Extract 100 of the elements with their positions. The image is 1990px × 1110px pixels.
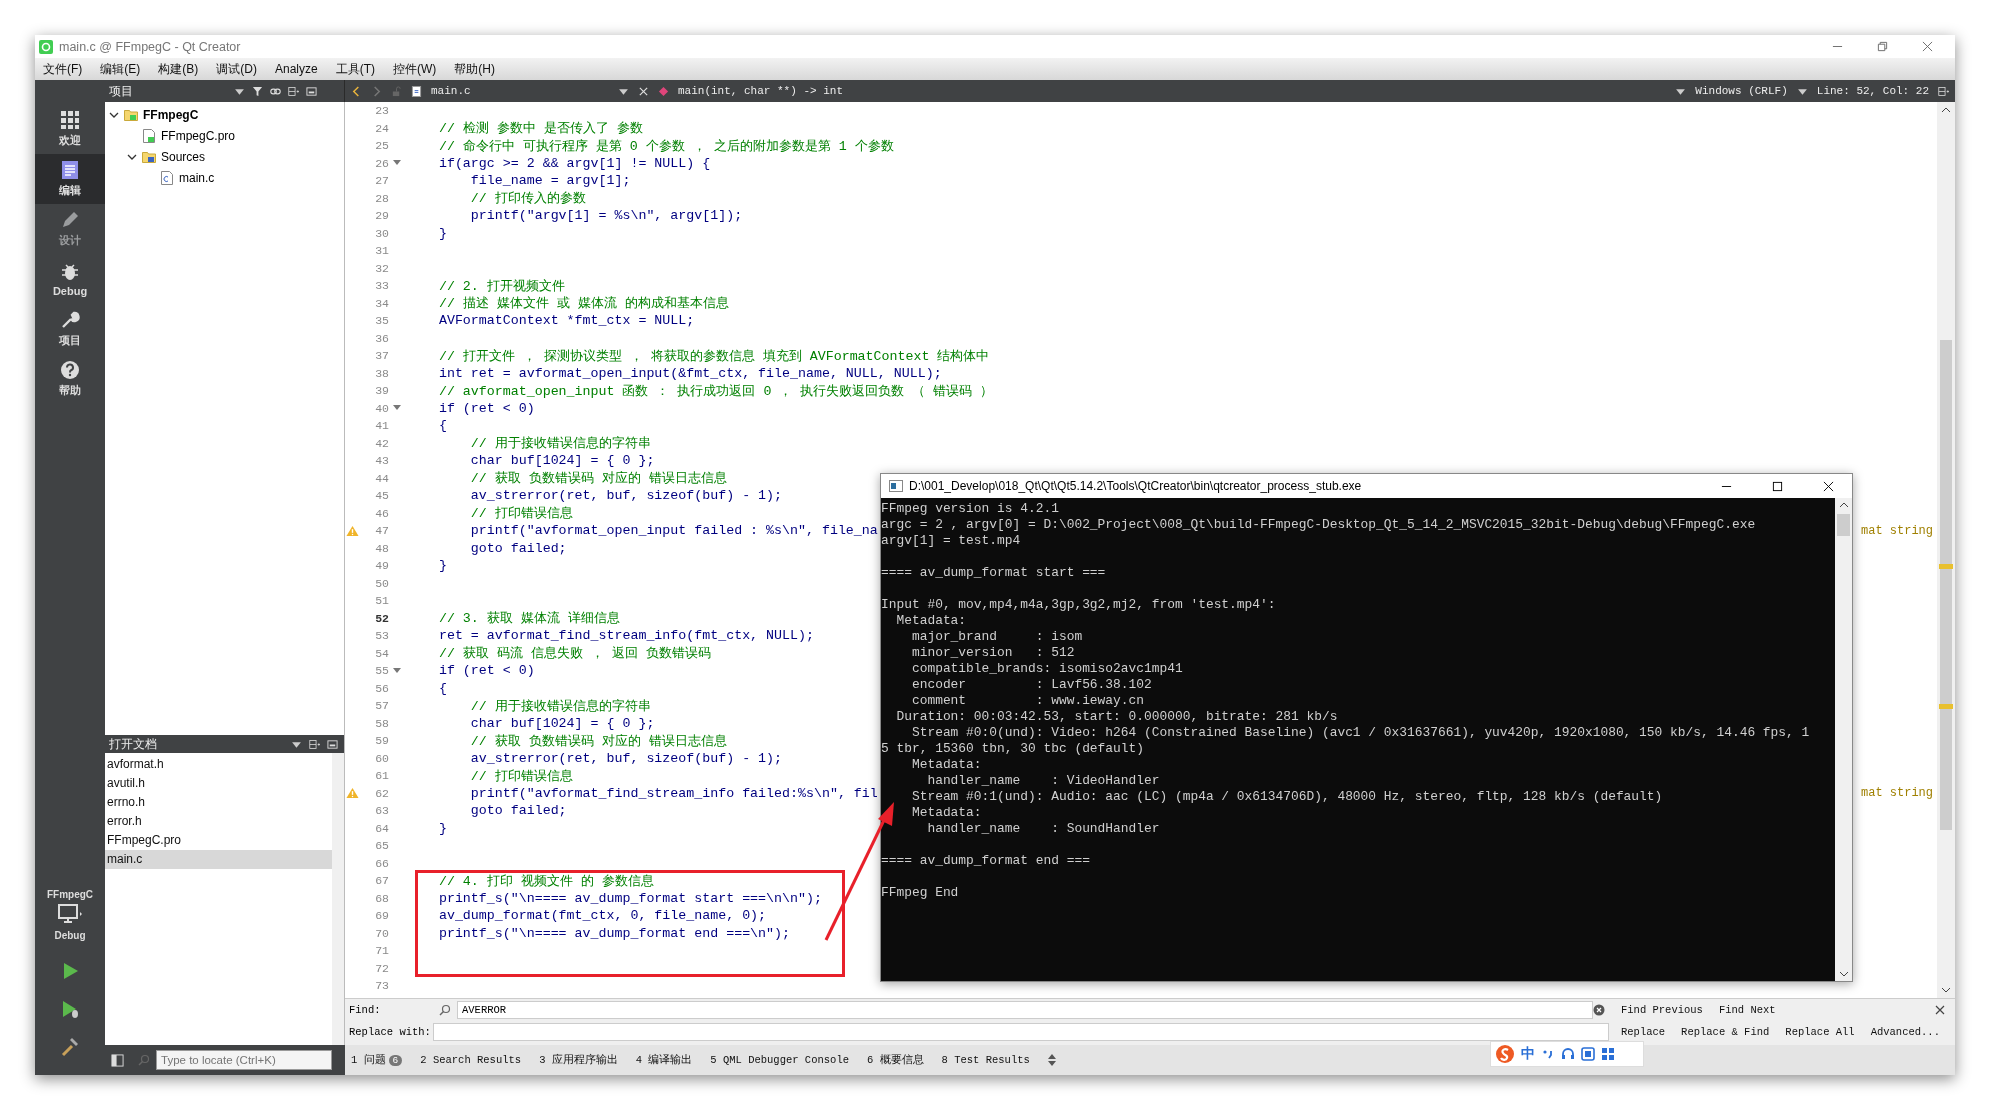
panel-icon[interactable]: [306, 85, 317, 97]
menu-item[interactable]: 编辑(E): [100, 60, 141, 78]
replace-button[interactable]: Replace & Find: [1675, 1026, 1776, 1038]
tree-item[interactable]: Sources: [161, 149, 206, 164]
split-icon[interactable]: [309, 738, 320, 750]
output-tab[interactable]: 1 问题 6: [351, 1053, 403, 1067]
warning-marker: [1939, 704, 1953, 709]
output-tab[interactable]: 3 应用程序输出: [539, 1053, 618, 1067]
file-selector[interactable]: main.c: [431, 85, 609, 97]
cursor-position[interactable]: Line: 52, Col: 22: [1816, 85, 1929, 97]
mode-tab[interactable]: 项目: [35, 304, 105, 354]
fold-arrow-icon[interactable]: [393, 160, 401, 167]
debug-run-icon[interactable]: [60, 999, 80, 1019]
line-number: 40: [374, 400, 390, 417]
menu-item[interactable]: 构建(B): [158, 60, 199, 78]
menu-item[interactable]: Analyze: [275, 62, 318, 76]
mode-tab[interactable]: 帮助: [35, 354, 105, 404]
find-button[interactable]: Find Next: [1712, 1004, 1782, 1016]
document-item[interactable]: avutil.h: [105, 774, 332, 793]
scrollbar-thumb[interactable]: [1837, 514, 1850, 536]
keyboard-icon[interactable]: [1581, 1047, 1595, 1061]
document-item[interactable]: FFmpegC.pro: [105, 831, 332, 850]
line-number: 60: [374, 750, 390, 767]
restore-icon[interactable]: [1877, 41, 1888, 52]
replace-button[interactable]: Advanced...: [1864, 1026, 1946, 1038]
mode-tab[interactable]: 编辑: [35, 154, 105, 204]
headset-icon[interactable]: [1561, 1047, 1575, 1061]
replace-button[interactable]: Replace All: [1779, 1026, 1861, 1038]
menu-item[interactable]: 文件(F): [43, 60, 83, 78]
code-line: av_strerror(ret, buf, sizeof(buf) - 1);: [469, 488, 783, 504]
fold-arrow-icon[interactable]: [393, 405, 401, 412]
menu-item[interactable]: 控件(W): [393, 60, 437, 78]
find-field[interactable]: AVERROR: [457, 1001, 1593, 1019]
output-tab[interactable]: 5 QML Debugger Console: [710, 1054, 849, 1066]
line-number: 44: [374, 470, 390, 487]
close-icon[interactable]: [1935, 1005, 1945, 1015]
up-down-icon[interactable]: [1047, 1054, 1056, 1066]
split-icon[interactable]: [288, 85, 299, 97]
grid-icon[interactable]: [1601, 1047, 1615, 1061]
code-line: {: [437, 680, 447, 696]
code-line: int ret = avformat_open_input(&fmt_ctx, file_name, NULL, NULL);: [437, 365, 942, 381]
input-method-toolbar[interactable]: 中: [1490, 1041, 1644, 1067]
link-icon[interactable]: [270, 85, 281, 97]
code-line: goto failed;: [469, 803, 567, 819]
menu-item[interactable]: 工具(T): [335, 60, 376, 78]
mode-tab[interactable]: Debug: [35, 254, 105, 304]
fold-arrow-icon[interactable]: [393, 667, 401, 674]
line-number: 46: [374, 505, 390, 522]
output-tab[interactable]: 4 编译输出: [635, 1053, 693, 1067]
output-tab[interactable]: 8 Test Results: [941, 1054, 1030, 1066]
console-line: ==== av_dump_format start ===: [881, 565, 1107, 581]
document-item[interactable]: error.h: [105, 812, 332, 831]
scrollbar-track[interactable]: [332, 753, 344, 1045]
tree-item[interactable]: FFmpegC: [143, 107, 199, 122]
console-line: major_brand : isom: [910, 629, 1084, 645]
replace-field[interactable]: [433, 1023, 1609, 1041]
output-tab[interactable]: 2 Search Results: [420, 1054, 522, 1066]
input-mode[interactable]: 中: [1521, 1045, 1535, 1063]
line-number: 70: [374, 925, 390, 942]
console-line: encoder : Lavf56.38.102: [910, 677, 1153, 693]
scroll-down-icon[interactable]: [1941, 987, 1951, 993]
symbol-selector[interactable]: main(int, char **) -> int: [678, 85, 844, 97]
menu-item[interactable]: 帮助(H): [454, 60, 496, 78]
kit-project[interactable]: FFmpegC: [46, 889, 94, 900]
clear-icon[interactable]: [1593, 1004, 1605, 1016]
line-number: 51: [374, 593, 390, 609]
close-icon[interactable]: [1823, 480, 1834, 492]
maximize-icon[interactable]: [1772, 480, 1783, 492]
scroll-up-icon[interactable]: [1838, 502, 1849, 508]
back-icon[interactable]: [351, 85, 362, 97]
tree-item[interactable]: main.c: [179, 170, 215, 185]
scrollbar-thumb[interactable]: [1940, 340, 1952, 830]
mode-label: 项目: [59, 333, 81, 348]
output-tab[interactable]: 6 概要信息: [867, 1053, 924, 1067]
panel-icon[interactable]: [327, 738, 338, 750]
sidebar-toggle-icon[interactable]: [111, 1053, 124, 1067]
console-line: compatible_brands: isomiso2avc1mp41: [910, 661, 1184, 677]
kit-build[interactable]: Debug: [54, 930, 86, 941]
replace-button[interactable]: Replace: [1615, 1026, 1672, 1038]
document-item[interactable]: errno.h: [105, 793, 332, 812]
scroll-down-icon[interactable]: [1838, 971, 1849, 977]
split-icon[interactable]: [1938, 85, 1949, 97]
locate-field[interactable]: Type to locate (Ctrl+K): [156, 1050, 332, 1070]
folder-icon: [142, 149, 156, 164]
tree-item[interactable]: FFmpegC.pro: [161, 128, 236, 143]
monitor-icon[interactable]: [57, 904, 83, 926]
filter-icon[interactable]: [252, 85, 263, 97]
panel-selector[interactable]: 项目: [109, 83, 227, 99]
line-number: 31: [374, 243, 390, 259]
menu-item[interactable]: 调试(D): [216, 60, 257, 78]
document-item[interactable]: main.c: [105, 850, 332, 869]
document-item[interactable]: avformat.h: [105, 755, 332, 774]
scroll-up-icon[interactable]: [1941, 107, 1951, 113]
mode-tab[interactable]: 欢迎: [35, 104, 105, 154]
find-button[interactable]: Find Previous: [1615, 1004, 1709, 1016]
hammer-icon[interactable]: [60, 1037, 80, 1057]
console-line: FFmpeg End: [881, 885, 960, 901]
code-line: printf_s("\n==== av_dump_format end ===\n");: [437, 925, 790, 941]
line-ending-selector[interactable]: Windows (CRLF): [1695, 85, 1788, 97]
console-title: D:\001_Develop\018_Qt\Qt\Qt5.14.2\Tools\QtCreator\bin\qtcreator_process_stub.exe: [909, 479, 1362, 493]
